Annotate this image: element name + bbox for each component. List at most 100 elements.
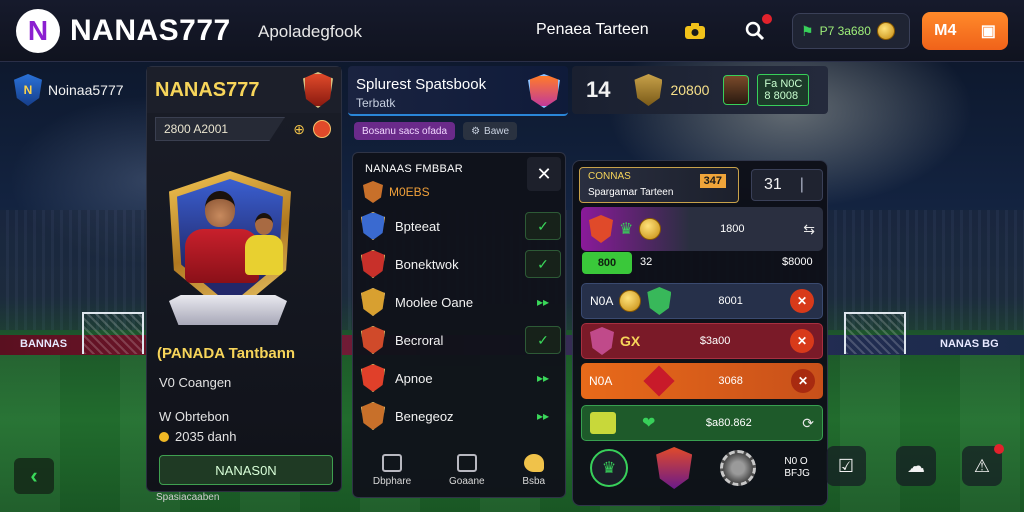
match-row-2[interactable]: N0A 8001 ✕ <box>581 283 823 319</box>
match-header-title: CONNAS <box>588 171 631 182</box>
team-shield-icon <box>647 287 672 315</box>
match-row-1[interactable]: ♛ 1800 ⇆ <box>581 207 823 251</box>
menu-item-5[interactable]: Apnoe ▸▸ <box>361 361 561 395</box>
notification-dot <box>762 14 772 24</box>
stats-tag[interactable]: Fa N0C 8 8008 <box>757 73 810 107</box>
match-row-2-value: 8001 <box>718 295 743 307</box>
menu-sub-label: M0EBS <box>389 185 430 199</box>
tab-goaane-label: Goaane <box>448 475 485 487</box>
sub-brand[interactable]: Apoladegfook <box>258 22 362 42</box>
profile-line-3: 2035 danh <box>159 429 236 444</box>
close-icon[interactable]: ✕ <box>790 289 814 313</box>
match-header[interactable]: CONNAS Spargamar Tarteen 347 <box>579 167 739 203</box>
gear-icon[interactable] <box>720 450 757 486</box>
profile-action-button[interactable]: NANAS0N <box>159 455 333 485</box>
divider-icon: | <box>799 176 804 193</box>
refresh-icon[interactable]: ⟳ <box>802 415 814 432</box>
wallet-balance[interactable]: ⚑ P7 3a680 <box>792 13 910 49</box>
menu-sub-icon <box>363 181 383 203</box>
tab-bsba[interactable]: Bsba <box>522 453 546 487</box>
filter-chips: Bosanu sacs ofada ⚙ Bawe <box>354 122 518 140</box>
menu-item-2-icon <box>361 250 385 278</box>
back-arrow-icon[interactable]: ‹ <box>14 458 54 494</box>
stats-number: 14 <box>586 77 611 102</box>
match-bottom-text-2: BFJG <box>784 468 810 479</box>
match-bottom-text: N0 O BFJG <box>784 456 810 480</box>
menu-item-3-icon <box>361 288 385 316</box>
coin-icon <box>876 22 895 40</box>
close-icon[interactable]: ✕ <box>791 369 815 393</box>
search-icon[interactable] <box>740 14 772 46</box>
menu-item-6-icon <box>361 402 385 430</box>
menu-item-6[interactable]: Benegeoz ▸▸ <box>361 399 561 433</box>
match-header-sub: Spargamar Tarteen <box>588 187 674 198</box>
add-icon[interactable]: ⊕ <box>293 121 305 138</box>
menu-item-4-label: Becroral <box>395 332 444 348</box>
match-row-2-label: N0A <box>590 294 614 308</box>
match-row-3[interactable]: GX $3a00 ✕ <box>581 323 823 359</box>
cloud-icon[interactable]: ☁ <box>896 446 936 486</box>
stats-tag-line-1: Fa N0C <box>764 77 803 90</box>
left-user-name: Noinaa5777 <box>48 82 124 98</box>
medal-icon[interactable] <box>313 120 331 138</box>
camera-icon[interactable] <box>680 16 710 46</box>
profile-footer-text: Spasiacaaben <box>156 492 220 503</box>
menu-sub-header[interactable]: M0EBS <box>363 181 430 203</box>
close-icon[interactable]: ✕ <box>790 329 814 353</box>
profile-line-2: W Obrtebon <box>159 409 230 424</box>
menu-item-4[interactable]: Becroral ✓ <box>361 323 561 357</box>
menu-item-5-label: Apnoe <box>395 370 433 386</box>
club-shield-icon[interactable] <box>656 447 693 489</box>
brand-name[interactable]: NANAS777 <box>70 14 231 48</box>
close-icon[interactable]: ✕ <box>527 157 561 191</box>
deposit-button[interactable]: M4 ▣ <box>922 12 1008 50</box>
match-header-highlight: 347 <box>699 174 726 188</box>
profile-header: NANAS777 <box>147 67 341 113</box>
tab-dbphare[interactable]: Dbphare <box>373 453 411 487</box>
filter-chip-2-label: Bawe <box>484 125 510 137</box>
check-icon[interactable]: ✓ <box>525 326 561 354</box>
club-badge-icon[interactable] <box>303 72 333 108</box>
swap-icon[interactable]: ⇆ <box>803 221 815 238</box>
sportsbook-header[interactable]: Splurest Spatsbook Terbatk <box>348 66 568 116</box>
menu-item-3[interactable]: Moolee Oane ▸▸ <box>361 285 561 319</box>
team-shield-icon <box>589 215 613 243</box>
check-icon[interactable]: ✓ <box>525 212 561 240</box>
player2-jersey <box>245 235 283 275</box>
pill-value: 32 <box>640 256 653 268</box>
deposit-label: M4 <box>934 22 957 39</box>
crest-ribbon <box>169 295 287 325</box>
flag-icon: ⚑ <box>801 22 814 39</box>
menu-item-3-label: Moolee Oane <box>395 294 474 310</box>
menu-item-1[interactable]: Bpteeat ✓ <box>361 209 561 243</box>
alert-icon[interactable]: ⚠ <box>962 444 1004 486</box>
tab-goaane[interactable]: Goaane <box>448 453 485 487</box>
sportsbook-subtitle: Terbatk <box>356 96 396 110</box>
profile-balance-row: 2800 A2001 ⊕ <box>147 115 341 143</box>
match-bottom-text-1: N0 O <box>784 456 808 467</box>
match-row-5[interactable]: ❤ $a80.862 ⟳ <box>581 405 823 441</box>
top-link[interactable]: Penaea Tarteen <box>536 21 649 39</box>
menu-item-1-icon <box>361 212 385 240</box>
check-icon[interactable]: ✓ <box>525 250 561 278</box>
filter-chip-2[interactable]: ⚙ Bawe <box>463 122 518 140</box>
avatar[interactable] <box>723 75 750 105</box>
top-bar: N NANAS777 Apoladegfook Penaea Tarteen ⚑… <box>0 0 1024 62</box>
menu-item-2[interactable]: Bonektwok ✓ <box>361 247 561 281</box>
trophy-icon[interactable]: ♛ <box>590 449 629 487</box>
filter-chip-1[interactable]: Bosanu sacs ofada <box>354 122 456 140</box>
tab-bsba-label: Bsba <box>522 475 546 487</box>
checkbox-icon[interactable]: ☑ <box>826 446 866 486</box>
brand-logo[interactable]: N <box>16 9 60 53</box>
arrows-icon[interactable]: ▸▸ <box>525 371 561 385</box>
green-pill[interactable]: 800 <box>582 252 632 274</box>
dice-icon <box>643 365 675 397</box>
profile-line-1: V0 Coangen <box>159 375 232 390</box>
match-row-4[interactable]: N0A 3068 ✕ <box>581 363 823 399</box>
profile-card: NANAS777 2800 A2001 ⊕ (PANADA Tantbann V… <box>146 66 342 492</box>
arrows-icon[interactable]: ▸▸ <box>525 409 561 423</box>
arrows-icon[interactable]: ▸▸ <box>525 295 561 309</box>
match-count[interactable]: 31 | <box>751 169 823 201</box>
left-user[interactable]: N Noinaa5777 <box>14 74 124 106</box>
profile-title: (PANADA Tantbann <box>157 345 296 362</box>
